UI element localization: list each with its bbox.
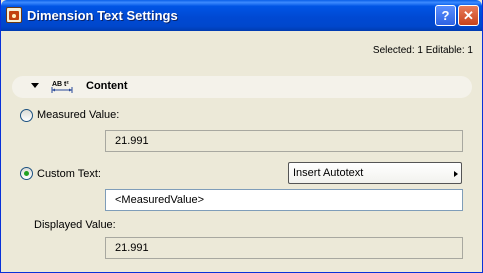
window-title: Dimension Text Settings [27, 8, 178, 23]
displayed-value-field: 21.991 [105, 237, 463, 259]
dimension-text-icon-label: AB t² [52, 81, 69, 88]
custom-text-label: Custom Text: [37, 168, 101, 180]
title-bar[interactable]: Dimension Text Settings ? ✕ [1, 0, 482, 31]
insert-autotext-label: Insert Autotext [293, 167, 364, 179]
collapse-arrow-icon[interactable] [31, 83, 39, 88]
content-section-header[interactable]: AB t² Content [12, 76, 472, 98]
measured-value-radio[interactable] [20, 109, 33, 122]
displayed-value-text: 21.991 [115, 242, 149, 254]
custom-text-radio[interactable] [20, 167, 33, 180]
dimension-text-icon: AB t² [51, 81, 73, 93]
measured-value-label: Measured Value: [37, 109, 120, 121]
custom-text-value: <MeasuredValue> [115, 194, 205, 206]
section-title: Content [86, 80, 128, 92]
custom-text-input[interactable]: <MeasuredValue> [105, 189, 463, 211]
measured-value-text: 21.991 [115, 135, 149, 147]
measured-value-field: 21.991 [105, 130, 463, 152]
dropdown-arrow-icon [454, 171, 458, 177]
help-button[interactable]: ? [435, 5, 456, 26]
insert-autotext-button[interactable]: Insert Autotext [288, 162, 462, 184]
dialog-window: Dimension Text Settings ? ✕ Selected: 1 … [0, 0, 483, 273]
dialog-content: Selected: 1 Editable: 1 AB t² Content Me… [4, 31, 479, 271]
close-button[interactable]: ✕ [458, 5, 479, 26]
selection-info: Selected: 1 Editable: 1 [372, 45, 473, 56]
app-icon [6, 7, 22, 23]
displayed-value-label: Displayed Value: [34, 219, 116, 231]
